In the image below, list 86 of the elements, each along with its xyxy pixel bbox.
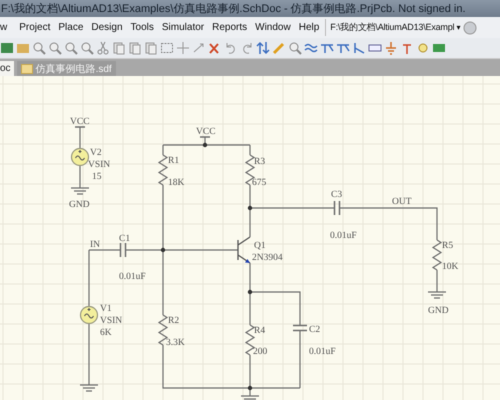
- resistor-symbol: [158, 314, 168, 346]
- junction-dot: [248, 386, 252, 390]
- menu-item[interactable]: Help: [294, 22, 324, 33]
- component-designator: C2: [309, 325, 320, 335]
- undo-icon[interactable]: [224, 41, 238, 55]
- component-designator: V2: [90, 148, 102, 158]
- component-designator: C3: [331, 190, 342, 200]
- dropdown-arrow[interactable]: ▾: [456, 23, 460, 32]
- menu-item[interactable]: Reports: [208, 22, 252, 33]
- net-label: IN: [90, 240, 100, 250]
- component-value: 3.3K: [166, 338, 185, 348]
- component-value: 0.01uF: [330, 231, 357, 241]
- menu-item[interactable]: w: [0, 22, 12, 33]
- resistor-symbol: [432, 240, 442, 270]
- component-designator: R1: [168, 156, 180, 166]
- magnifier-icon[interactable]: [288, 41, 302, 55]
- net-label: OUT: [392, 197, 412, 207]
- power-label: VCC: [70, 117, 90, 127]
- capacitor-symbol: [334, 200, 340, 216]
- menu-item[interactable]: Design: [87, 22, 127, 33]
- pin-icon[interactable]: [352, 41, 366, 55]
- junction-dot: [202, 142, 208, 148]
- junction-dot: [248, 290, 252, 294]
- component-value: 10K: [442, 262, 458, 272]
- junction-dot: [160, 248, 166, 252]
- component-designator: R3: [254, 157, 266, 167]
- component-designator: R4: [254, 326, 266, 336]
- magnifier-icon[interactable]: [64, 41, 78, 55]
- path-value: F:\我的文档\AltiumAD13\Exampl: [330, 21, 454, 34]
- magnifier-icon[interactable]: [32, 41, 46, 55]
- menu-item[interactable]: Place: [54, 22, 88, 33]
- component-designator: R5: [442, 241, 454, 251]
- document-icon: [20, 63, 33, 74]
- component-designator: R2: [168, 316, 180, 326]
- ground-symbol: [79, 384, 99, 392]
- component-value: 675: [252, 178, 266, 188]
- component-value: 2N3904: [252, 253, 283, 263]
- move-icon[interactable]: [192, 41, 206, 55]
- capacitor-symbol: [120, 242, 126, 258]
- transistor-symbol: [237, 236, 251, 264]
- component-designator: V1: [100, 304, 112, 314]
- voltage-source-symbol: [70, 148, 90, 166]
- component-value: 18K: [168, 178, 184, 188]
- component-designator: Q1: [254, 241, 266, 251]
- junction-dot: [248, 206, 252, 210]
- selection-rectangle-icon[interactable]: [160, 41, 174, 55]
- wire: [79, 127, 81, 149]
- clipboard-icon[interactable]: [144, 41, 158, 55]
- cut-icon[interactable]: [96, 41, 110, 55]
- ground-symbol: [70, 187, 90, 195]
- capacitor-symbol: [292, 324, 308, 332]
- document-tab[interactable]: oc: [0, 61, 14, 76]
- path-field[interactable]: F:\我的文档\AltiumAD13\Exampl ▾: [325, 19, 460, 36]
- ground-label: GND: [428, 306, 449, 316]
- menu-item[interactable]: Tools: [126, 22, 158, 33]
- wire: [436, 270, 438, 292]
- redo-icon[interactable]: [240, 41, 254, 55]
- wire: [88, 324, 90, 385]
- ground-label: GND: [69, 200, 90, 210]
- crosshair-icon[interactable]: [176, 41, 190, 55]
- copy-icon[interactable]: [112, 41, 126, 55]
- component-value: 15: [92, 172, 102, 182]
- wave-icon[interactable]: [304, 41, 318, 55]
- resistor-symbol: [158, 154, 168, 186]
- arrows-icon[interactable]: [256, 41, 270, 55]
- menu-item[interactable]: Window: [251, 22, 295, 33]
- menu-item[interactable]: Simulator: [158, 22, 208, 33]
- power-label: VCC: [196, 127, 216, 137]
- clipboard-icon[interactable]: [128, 41, 142, 55]
- component-value: 200: [253, 347, 268, 357]
- component-value: 0.01uF: [309, 347, 336, 357]
- ground-symbol: [427, 291, 447, 299]
- ground-symbol: [240, 395, 260, 400]
- menu-item[interactable]: Project: [15, 22, 54, 33]
- window-title: F:\我的文档\AltiumAD13\Examples\仿真电路事例.SchDoc - 仿真事例电路.PrjPcb. Not signed in.: [0, 2, 466, 16]
- wire: [79, 165, 81, 188]
- magnifier-icon[interactable]: [48, 41, 62, 55]
- component-value: VSIN: [88, 160, 110, 170]
- component-value: VSIN: [100, 316, 122, 326]
- component-value: 0.01uF: [119, 272, 146, 282]
- component-value: 6K: [100, 328, 112, 338]
- ground-icon[interactable]: [384, 41, 398, 55]
- magnifier-icon[interactable]: [80, 41, 94, 55]
- pencil-icon[interactable]: [272, 41, 286, 55]
- component-designator: C1: [119, 234, 130, 244]
- voltage-source-symbol: [80, 306, 98, 324]
